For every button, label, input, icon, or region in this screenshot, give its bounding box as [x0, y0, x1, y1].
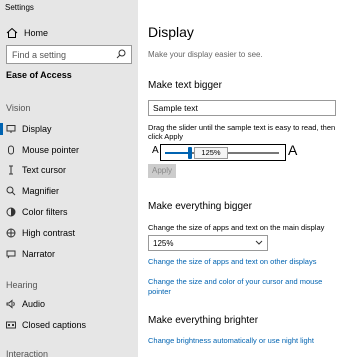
large-a-label: A: [288, 142, 298, 158]
sidebar-item-closed-captions[interactable]: Closed captions: [0, 317, 138, 333]
slider-thumb[interactable]: [188, 147, 192, 159]
home-label: Home: [24, 28, 49, 38]
scale-dropdown-label: Change the size of apps and text on the …: [148, 223, 325, 232]
search-icon[interactable]: [116, 49, 126, 61]
sidebar-item-label: Text cursor: [22, 165, 67, 175]
sample-text-box: Sample text: [148, 100, 336, 116]
slider-track-filled: [165, 152, 189, 154]
sidebar-item-label: Magnifier: [22, 186, 60, 196]
scale-dropdown-value: 125%: [153, 238, 174, 248]
closed-captions-icon: [6, 320, 16, 330]
link-brightness[interactable]: Change brightness automatically or use n…: [148, 336, 314, 346]
apply-button[interactable]: Apply: [148, 164, 176, 178]
sidebar: Settings Home Find a setting Ease of Acc…: [0, 0, 138, 357]
sidebar-item-label: Mouse pointer: [22, 145, 80, 155]
sidebar-item-label: Narrator: [22, 249, 56, 259]
search-placeholder: Find a setting: [12, 49, 67, 60]
slider-value-tooltip: 125%: [194, 147, 228, 159]
sidebar-item-magnifier[interactable]: Magnifier: [0, 183, 138, 199]
sidebar-item-narrator[interactable]: Narrator: [0, 246, 138, 262]
page-subtitle: Make your display easier to see.: [148, 50, 263, 59]
narrator-icon: [6, 249, 16, 259]
sidebar-item-display[interactable]: Display: [0, 121, 138, 137]
sidebar-item-label: Closed captions: [22, 320, 87, 330]
group-hearing: Hearing: [6, 280, 38, 290]
window-title: Settings: [5, 3, 34, 12]
sidebar-item-text-cursor[interactable]: Text cursor: [0, 162, 138, 178]
sidebar-item-label: Display: [22, 124, 52, 134]
home-nav[interactable]: Home: [6, 26, 48, 40]
text-size-slider[interactable]: 125%: [160, 144, 286, 161]
sidebar-item-high-contrast[interactable]: High contrast: [0, 225, 138, 241]
page-title: Display: [148, 24, 194, 40]
small-a-label: A: [152, 145, 159, 156]
mouse-pointer-icon: [6, 145, 16, 155]
sidebar-item-label: Color filters: [22, 207, 68, 217]
magnifier-icon: [6, 186, 16, 196]
sidebar-item-audio[interactable]: Audio: [0, 296, 138, 312]
text-size-slider-group: A 125% A: [148, 142, 348, 163]
sidebar-item-mouse-pointer[interactable]: Mouse pointer: [0, 142, 138, 158]
heading-text-bigger: Make text bigger: [148, 80, 222, 91]
slider-help-text: Drag the slider until the sample text is…: [148, 123, 336, 141]
scale-dropdown[interactable]: 125%: [148, 235, 268, 251]
link-cursor-size[interactable]: Change the size and color of your cursor…: [148, 277, 338, 297]
sidebar-item-label: High contrast: [22, 228, 76, 238]
heading-everything-bigger: Make everything bigger: [148, 201, 252, 212]
color-filters-icon: [6, 207, 16, 217]
link-other-displays[interactable]: Change the size of apps and text on othe…: [148, 257, 316, 267]
chevron-down-icon: [255, 239, 263, 248]
high-contrast-icon: [6, 228, 16, 238]
audio-icon: [6, 299, 16, 309]
heading-everything-brighter: Make everything brighter: [148, 315, 259, 326]
group-interaction: Interaction: [6, 349, 49, 357]
sidebar-item-color-filters[interactable]: Color filters: [0, 204, 138, 220]
group-vision: Vision: [6, 103, 31, 113]
section-title: Ease of Access: [6, 70, 72, 80]
sidebar-item-label: Audio: [22, 299, 46, 309]
display-icon: [6, 124, 16, 134]
home-icon: [6, 27, 18, 39]
search-input[interactable]: Find a setting: [6, 45, 132, 64]
text-cursor-icon: [6, 165, 16, 175]
main-content: Display Make your display easier to see.…: [138, 0, 350, 357]
